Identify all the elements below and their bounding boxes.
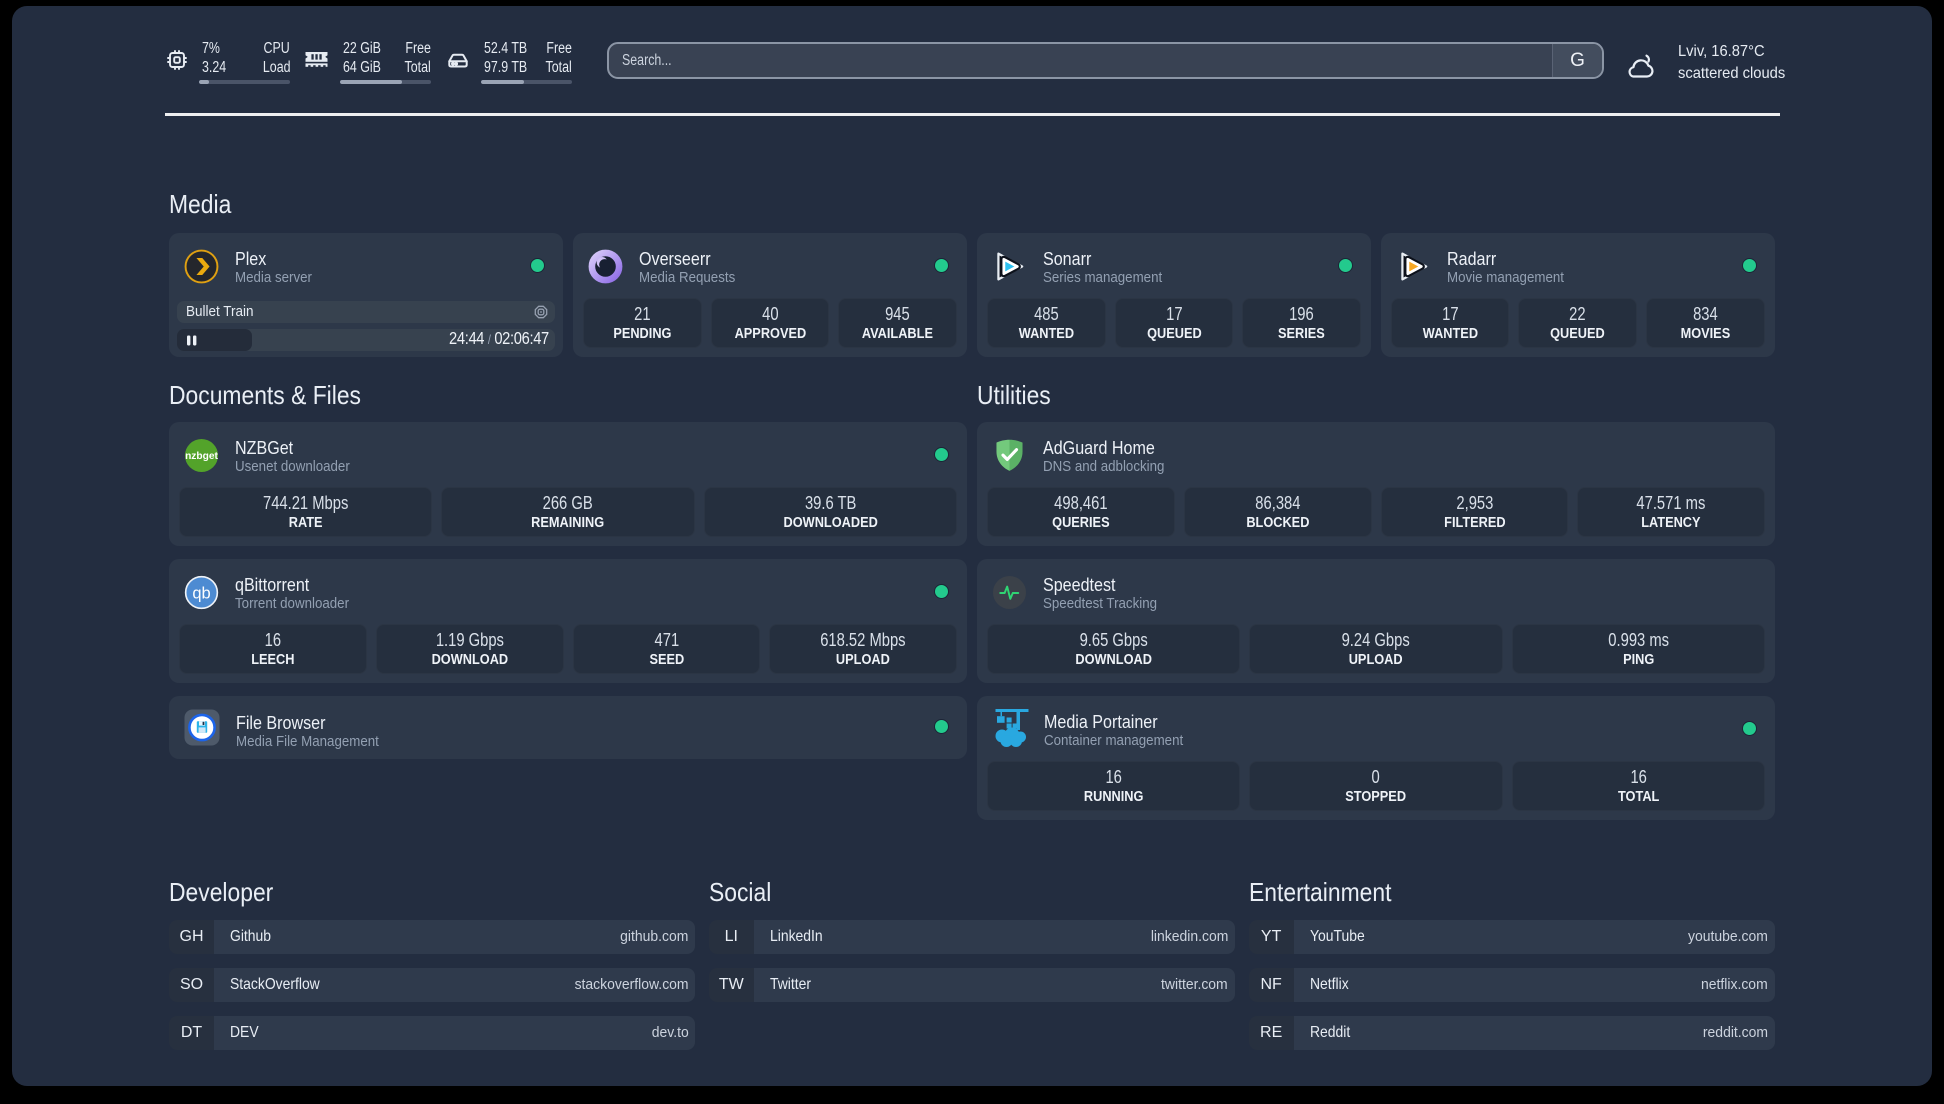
svg-text:qb: qb [192, 583, 210, 602]
svg-text:nzbget: nzbget [185, 450, 218, 461]
